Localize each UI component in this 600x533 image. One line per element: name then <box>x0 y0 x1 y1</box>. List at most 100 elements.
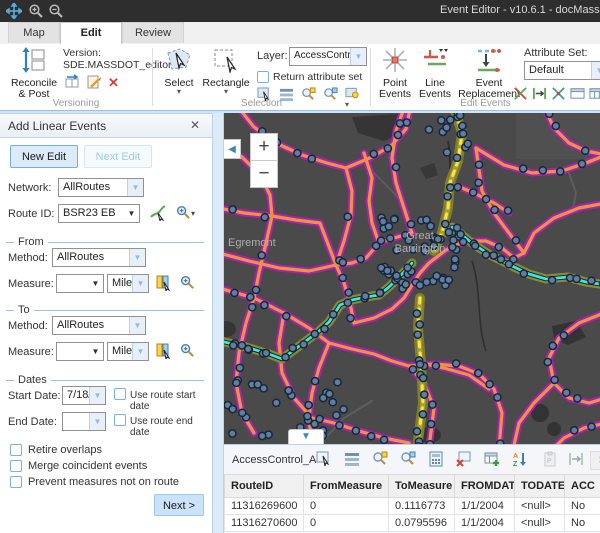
prevent-measures-checkbox[interactable] <box>10 476 22 488</box>
cell[interactable]: <null> <box>515 498 565 515</box>
cell[interactable]: 11316270600 <box>225 515 304 532</box>
tab-edit[interactable]: Edit <box>60 22 122 44</box>
merge-coincident-checkbox[interactable] <box>10 460 22 472</box>
map-zoom-out-button[interactable]: − <box>250 160 278 188</box>
rectangle-select-button[interactable]: Rectangle <box>201 46 251 96</box>
pan-icon[interactable] <box>6 3 22 19</box>
table-row[interactable]: 11316270600 0 0.0795596 1/1/2004 <null> … <box>225 515 600 532</box>
clear-selection-icon[interactable] <box>456 451 472 467</box>
from-units-combo[interactable]: Miles▼ <box>107 274 149 293</box>
group-selection: Select Rectangle Layer: AccessControl_A … <box>153 44 370 110</box>
zoom-to-route-icon[interactable]: ▾ <box>176 205 200 221</box>
attribute-table: RouteID FromMeasure ToMeasure FROMDATE T… <box>224 474 600 532</box>
to-measure-select-icon[interactable] <box>156 343 172 359</box>
to-legend: To <box>6 304 204 316</box>
layer-combo[interactable]: AccessControl_A ▼ <box>289 47 367 66</box>
collapse-panel-button[interactable]: ◀ <box>224 139 241 159</box>
table-offset-icon[interactable] <box>568 451 584 467</box>
start-date-label: Start Date: <box>8 390 61 402</box>
cell[interactable]: No <box>565 498 600 515</box>
from-method-combo[interactable]: AllRoutes▼ <box>52 248 146 267</box>
sort-icon[interactable]: A Z <box>512 451 528 467</box>
to-measure-zoom-icon[interactable] <box>180 343 196 359</box>
col-frommeasure[interactable]: FromMeasure <box>304 475 389 498</box>
rectangle-tool-icon <box>213 47 239 73</box>
tab-review[interactable]: Review <box>122 22 184 43</box>
map-canvas[interactable]: Egremont Great Barrington <box>224 113 600 444</box>
field-calculator-icon[interactable] <box>428 451 444 467</box>
paste-icon[interactable]: P <box>542 451 558 467</box>
add-record-icon[interactable] <box>484 451 500 467</box>
cell[interactable]: 11316269600 <box>225 498 304 515</box>
network-label: Network: <box>8 182 51 194</box>
col-tomeasure[interactable]: ToMeasure <box>389 475 455 498</box>
from-measure-combo[interactable]: ▼ <box>56 274 104 293</box>
col-access[interactable]: ACC <box>565 475 600 498</box>
to-method-combo[interactable]: AllRoutes▼ <box>52 316 146 335</box>
delete-version-icon[interactable]: ✕ <box>108 75 124 91</box>
switch-version-icon[interactable] <box>64 74 80 90</box>
network-combo[interactable]: AllRoutes▼ <box>58 178 144 197</box>
to-measure-combo[interactable]: ▼ <box>56 342 104 361</box>
route-id-label: Route ID: <box>8 208 54 220</box>
use-route-start-date-label: Use route start date <box>130 390 212 412</box>
line-events-button[interactable]: Line Events <box>415 46 455 101</box>
zoom-in-icon[interactable] <box>28 3 44 19</box>
use-route-start-date-checkbox[interactable] <box>114 388 126 400</box>
cell[interactable]: No <box>565 515 600 532</box>
return-attribute-set-checkbox[interactable] <box>257 71 269 83</box>
use-route-end-date-label: Use route end date <box>130 416 212 438</box>
route-id-combo[interactable]: BSR23 EB▼ <box>58 204 140 223</box>
rectangle-dropdown-caret[interactable] <box>202 89 250 95</box>
cell[interactable]: 1/1/2004 <box>455 498 515 515</box>
merge-coincident-label: Merge coincident events <box>28 460 147 472</box>
retire-overlaps-checkbox[interactable] <box>10 444 22 456</box>
table-row[interactable]: 11316269600 0 0.1116773 1/1/2004 <null> … <box>225 498 600 515</box>
panel-header: Add Linear Events <box>0 114 212 138</box>
select-route-on-map-icon[interactable] <box>150 205 166 221</box>
select-button[interactable]: Select <box>158 46 200 96</box>
cell[interactable]: 0.0795596 <box>389 515 455 532</box>
use-route-end-date-checkbox[interactable] <box>114 414 126 426</box>
cell[interactable]: 0.1116773 <box>389 498 455 515</box>
new-version-icon[interactable] <box>86 74 102 90</box>
new-edit-button[interactable]: New Edit <box>10 145 78 168</box>
col-todate[interactable]: TODATE <box>515 475 565 498</box>
next-edit-button[interactable]: Next Edit <box>84 145 152 168</box>
select-dropdown-caret[interactable] <box>159 89 199 95</box>
to-method-label: Method: <box>8 320 48 332</box>
to-units-combo[interactable]: Miles▼ <box>107 342 149 361</box>
zoom-out-icon[interactable] <box>48 3 64 19</box>
panel-splitter[interactable] <box>212 113 224 533</box>
next-button[interactable]: Next > <box>154 494 204 516</box>
title-bar: Event Editor - v10.6.1 - docMassDOTM <box>0 0 600 22</box>
save-button[interactable]: Save <box>590 451 600 470</box>
table-zoom-to-selected-icon[interactable] <box>372 451 388 467</box>
end-date-combo[interactable]: ▼ <box>62 412 106 431</box>
attribute-set-label: Attribute Set: <box>524 47 588 59</box>
table-select-features-icon[interactable] <box>316 451 332 467</box>
point-events-button[interactable]: Point Events <box>375 46 415 101</box>
table-list-icon[interactable] <box>344 451 360 467</box>
table-layer-tab[interactable]: AccessControl_A <box>232 454 316 466</box>
reconcile-post-icon <box>21 47 47 73</box>
cell[interactable]: 1/1/2004 <box>455 515 515 532</box>
collapse-table-button[interactable]: ▼ <box>288 429 324 444</box>
col-routeid[interactable]: RouteID <box>225 475 304 498</box>
col-fromdate[interactable]: FROMDATE <box>455 475 515 498</box>
map-zoom-in-button[interactable]: + <box>250 133 278 161</box>
close-icon[interactable] <box>190 118 204 132</box>
label-great: Great <box>406 230 434 242</box>
table-pan-to-selected-icon[interactable] <box>400 451 416 467</box>
cell[interactable]: <null> <box>515 515 565 532</box>
event-replacement-button[interactable]: Event Replacement <box>457 46 521 101</box>
from-measure-zoom-icon[interactable] <box>180 275 196 291</box>
attribute-set-combo[interactable]: Default ▼ <box>524 61 600 80</box>
from-measure-select-icon[interactable] <box>156 275 172 291</box>
tab-map[interactable]: Map <box>8 22 60 43</box>
cell[interactable]: 0 <box>304 515 389 532</box>
map-viewport: Egremont Great Barrington ◀ + − ▼ <box>224 113 600 444</box>
cell[interactable]: 0 <box>304 498 389 515</box>
start-date-combo[interactable]: 7/18/▼ <box>62 386 106 405</box>
reconcile-post-button[interactable]: Reconcile & Post <box>6 46 62 101</box>
